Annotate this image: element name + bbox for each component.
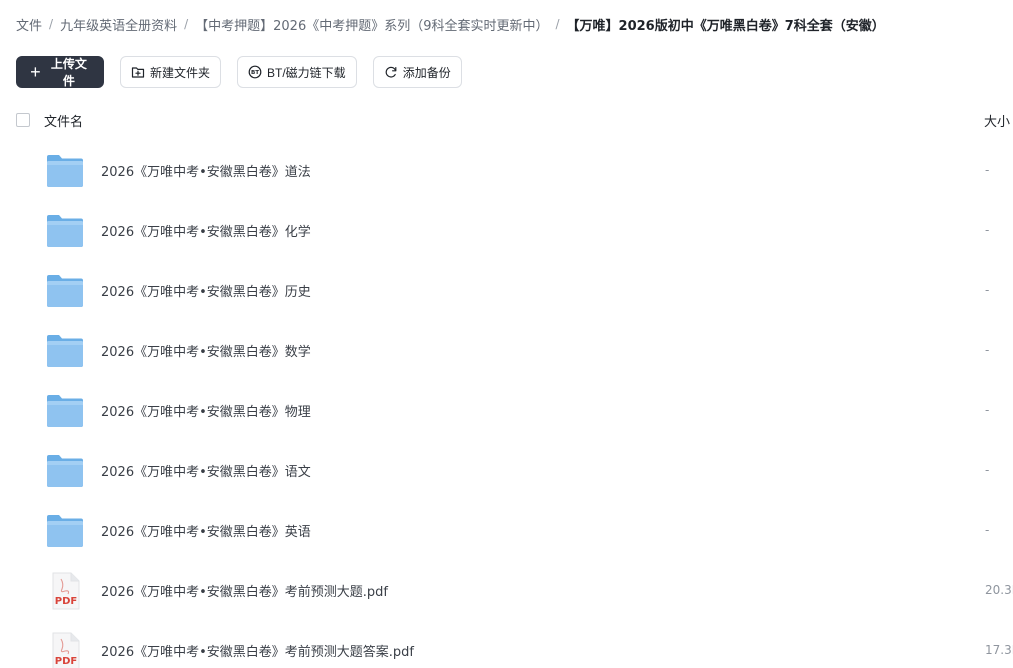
file-name[interactable]: 2026《万唯中考•安徽黑白卷》考前预测大题答案.pdf	[101, 641, 414, 660]
select-all-checkbox[interactable]	[16, 113, 30, 127]
folder-icon	[47, 515, 83, 547]
file-size: -	[985, 523, 990, 537]
folder-icon	[47, 215, 83, 247]
folder-row[interactable]: 2026《万唯中考•安徽黑白卷》历史 -	[0, 260, 1013, 320]
folder-icon	[47, 395, 83, 427]
file-size: 17.3M	[985, 643, 1013, 657]
file-size: -	[985, 403, 990, 417]
svg-text:BT: BT	[251, 70, 259, 76]
new-folder-icon	[131, 65, 145, 79]
breadcrumb-separator: /	[49, 17, 54, 31]
add-backup-button[interactable]: 添加备份	[372, 56, 462, 88]
bt-download-button[interactable]: BT BT/磁力链下载	[237, 56, 357, 88]
file-size: -	[985, 163, 990, 177]
breadcrumb-item-current-folder: 【万唯】2026版初中《万唯黑白卷》7科全套（安徽）	[566, 18, 885, 34]
breadcrumb-item-grade9-english[interactable]: 九年级英语全册资料	[60, 15, 177, 34]
pdf-icon-label: PDF	[55, 656, 77, 667]
file-name[interactable]: 2026《万唯中考•安徽黑白卷》化学	[101, 221, 311, 240]
folder-icon	[47, 275, 83, 307]
folder-row[interactable]: 2026《万唯中考•安徽黑白卷》化学 -	[0, 200, 1013, 260]
file-name[interactable]: 2026《万唯中考•安徽黑白卷》英语	[101, 521, 311, 540]
folder-row[interactable]: 2026《万唯中考•安徽黑白卷》语文 -	[0, 440, 1013, 500]
column-header-name[interactable]: 文件名	[44, 111, 83, 130]
pdf-icon-label: PDF	[55, 596, 77, 607]
file-row[interactable]: PDF 2026《万唯中考•安徽黑白卷》考前预测大题答案.pdf 17.3M	[0, 620, 1013, 668]
file-size: 20.3M	[985, 583, 1013, 597]
breadcrumb-item-files[interactable]: 文件	[16, 15, 42, 34]
folder-icon	[47, 455, 83, 487]
new-folder-button-label: 新建文件夹	[150, 65, 211, 80]
plus-icon: +	[30, 62, 41, 82]
folder-row[interactable]: 2026《万唯中考•安徽黑白卷》英语 -	[0, 500, 1013, 560]
refresh-icon	[384, 65, 398, 79]
folder-icon	[47, 335, 83, 367]
folder-row[interactable]: 2026《万唯中考•安徽黑白卷》道法 -	[0, 140, 1013, 200]
upload-button-label: 上传文件	[50, 57, 87, 88]
file-name[interactable]: 2026《万唯中考•安徽黑白卷》考前预测大题.pdf	[101, 581, 388, 600]
file-name[interactable]: 2026《万唯中考•安徽黑白卷》历史	[101, 281, 311, 300]
breadcrumb-separator: /	[184, 17, 189, 31]
folder-row[interactable]: 2026《万唯中考•安徽黑白卷》物理 -	[0, 380, 1013, 440]
file-list-header: 文件名 大小	[16, 108, 1013, 132]
new-folder-button[interactable]: 新建文件夹	[120, 56, 222, 88]
toolbar: + 上传文件 新建文件夹 BT BT/磁力链下载 添加备份	[16, 56, 462, 88]
column-header-size[interactable]: 大小	[984, 111, 1010, 130]
file-size: -	[985, 343, 990, 357]
file-name[interactable]: 2026《万唯中考•安徽黑白卷》数学	[101, 341, 311, 360]
folder-icon	[47, 155, 83, 187]
file-name[interactable]: 2026《万唯中考•安徽黑白卷》语文	[101, 461, 311, 480]
file-list: 2026《万唯中考•安徽黑白卷》道法 - 2026《万唯中考•安徽黑白卷》化学 - …	[0, 140, 1013, 668]
file-name[interactable]: 2026《万唯中考•安徽黑白卷》物理	[101, 401, 311, 420]
file-manager-page: 文件 / 九年级英语全册资料 / 【中考押题】2026《中考押题》系列（9科全套…	[0, 0, 1013, 668]
pdf-file-icon: PDF	[52, 632, 80, 668]
file-size: -	[985, 463, 990, 477]
breadcrumb-item-exam-series[interactable]: 【中考押题】2026《中考押题》系列（9科全套实时更新中）	[195, 15, 548, 34]
breadcrumb-separator: /	[555, 17, 560, 31]
breadcrumb: 文件 / 九年级英语全册资料 / 【中考押题】2026《中考押题》系列（9科全套…	[16, 14, 1013, 34]
file-name[interactable]: 2026《万唯中考•安徽黑白卷》道法	[101, 161, 311, 180]
file-size: -	[985, 283, 990, 297]
pdf-file-icon: PDF	[52, 572, 80, 610]
file-size: -	[985, 223, 990, 237]
folder-row[interactable]: 2026《万唯中考•安徽黑白卷》数学 -	[0, 320, 1013, 380]
bt-download-button-label: BT/磁力链下载	[267, 65, 346, 80]
file-row[interactable]: PDF 2026《万唯中考•安徽黑白卷》考前预测大题.pdf 20.3M	[0, 560, 1013, 620]
add-backup-button-label: 添加备份	[402, 65, 451, 80]
bt-icon: BT	[248, 65, 262, 79]
upload-button[interactable]: + 上传文件	[16, 56, 104, 88]
